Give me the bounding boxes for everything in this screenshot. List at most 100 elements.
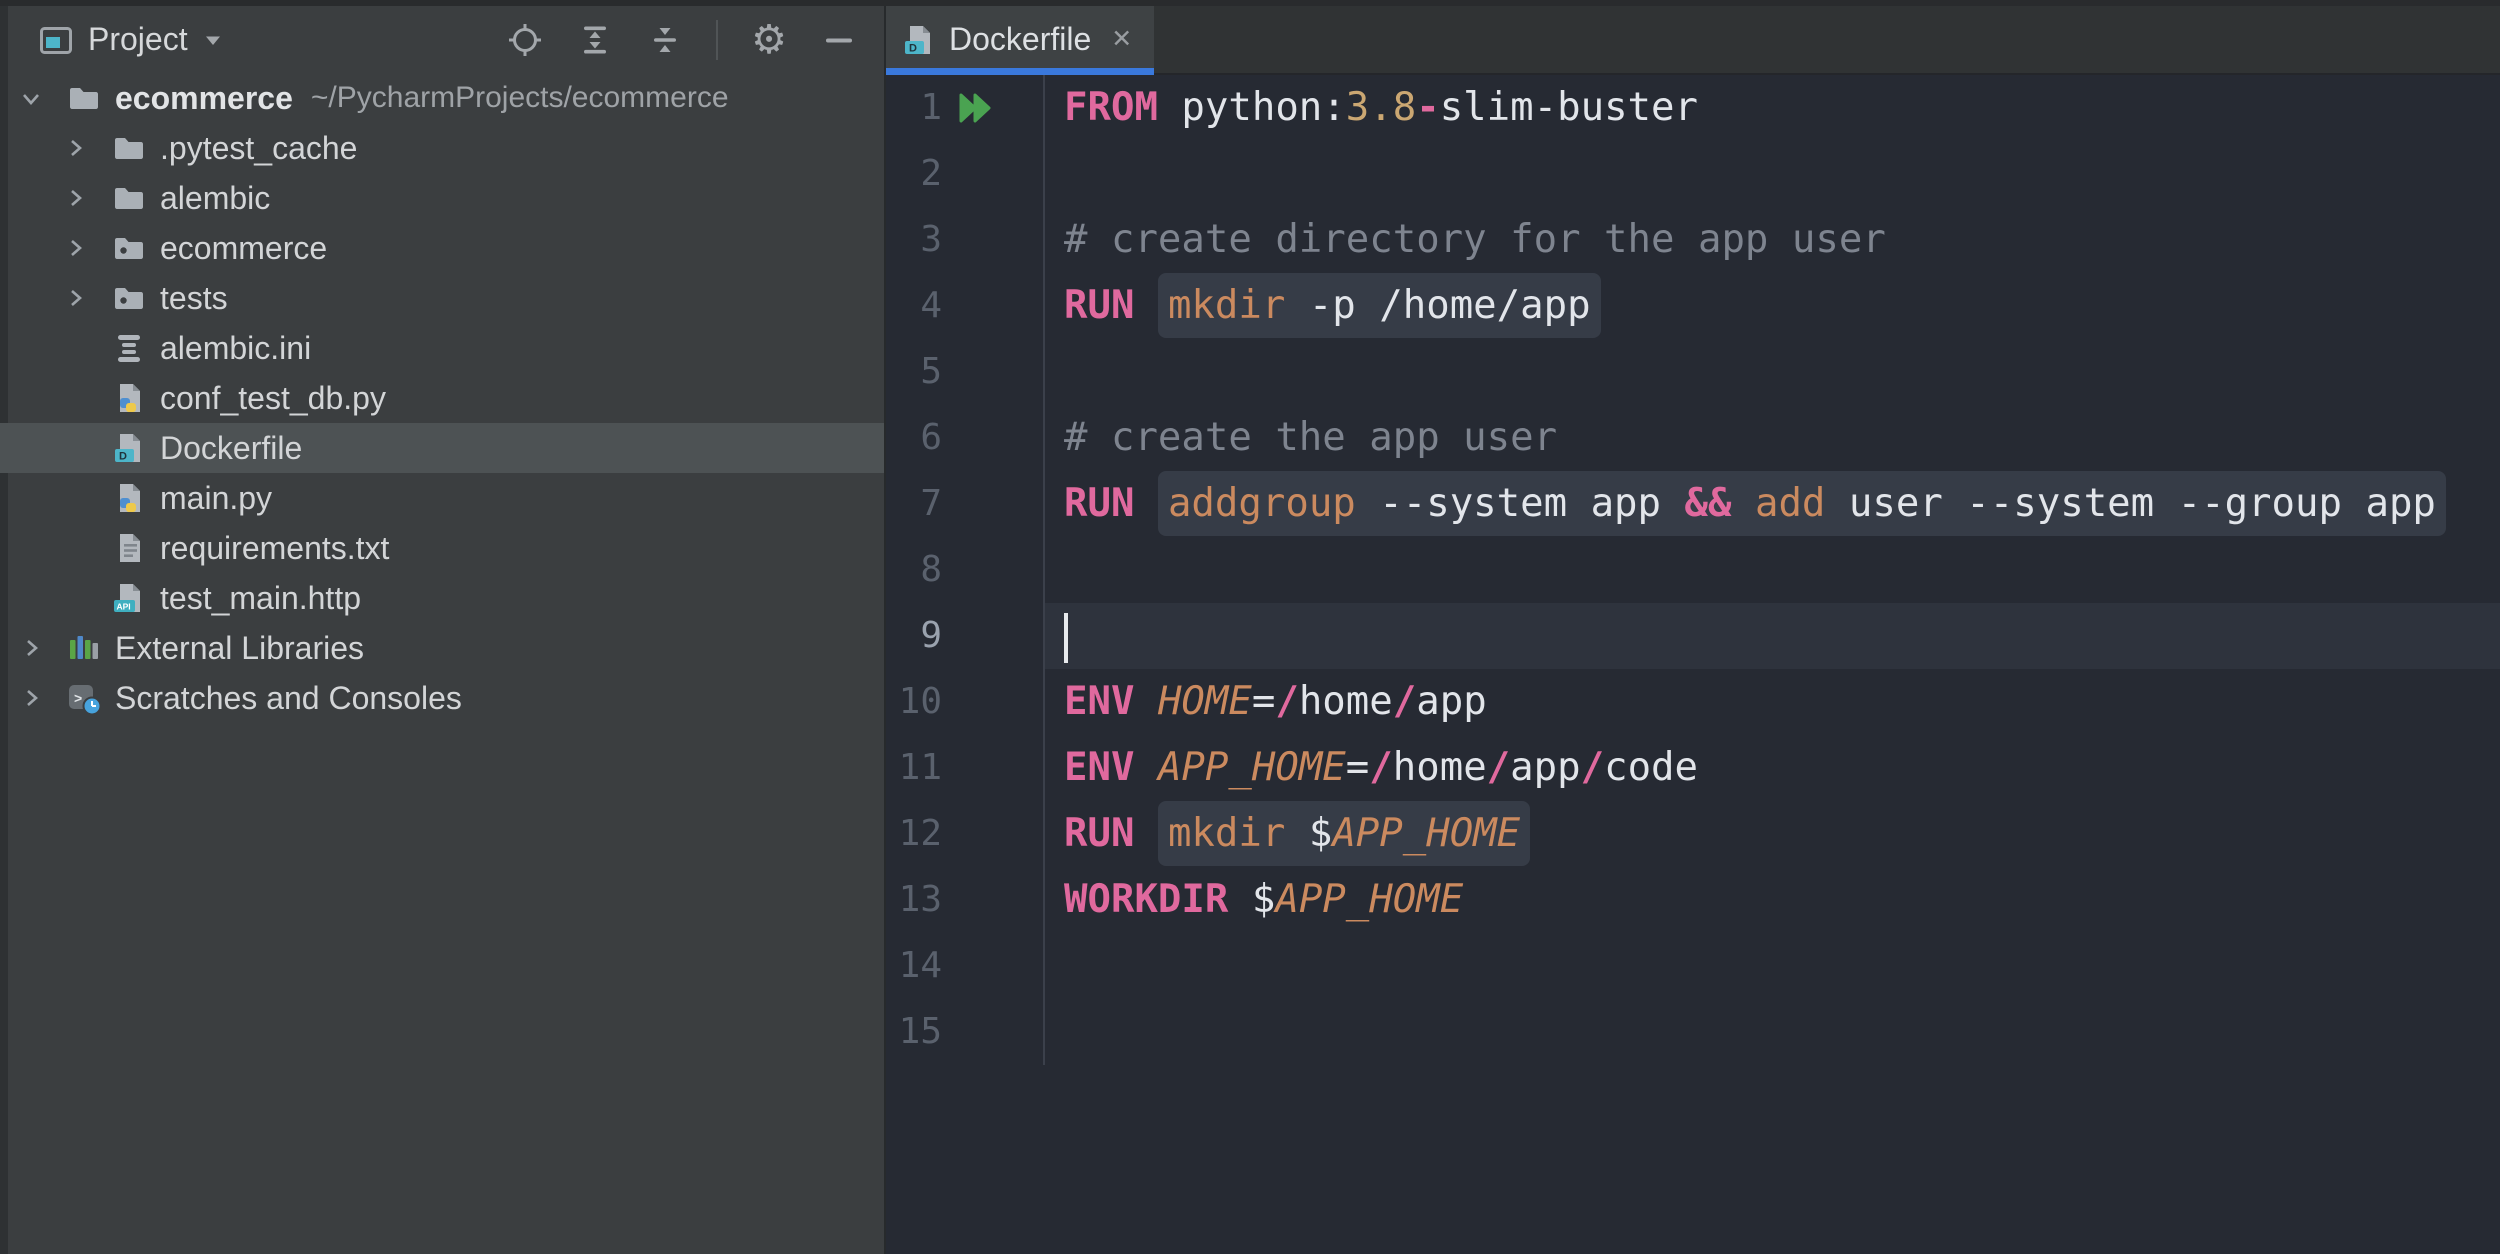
code-text bbox=[1045, 933, 2500, 999]
chevron-collapsed-icon[interactable] bbox=[18, 635, 44, 661]
settings-gear-icon[interactable]: ⚙ bbox=[750, 21, 788, 59]
code-token: && bbox=[1685, 481, 1732, 526]
code-token: -p /home/app bbox=[1285, 283, 1590, 328]
text-icon bbox=[112, 531, 146, 565]
close-icon[interactable]: ✕ bbox=[1111, 27, 1132, 52]
chevron-collapsed-icon[interactable] bbox=[62, 185, 88, 211]
code-line-10[interactable]: 10 ENV HOME=/home/app bbox=[886, 669, 2500, 735]
chevron-down-icon[interactable] bbox=[200, 27, 226, 53]
gutter-run-slot bbox=[942, 801, 1045, 867]
code-token: WORKDIR bbox=[1064, 877, 1228, 922]
line-number: 15 bbox=[886, 999, 942, 1065]
locate-icon[interactable] bbox=[506, 21, 544, 59]
code-line-4[interactable]: 4RUN mkdir -p /home/app bbox=[886, 273, 2500, 339]
tree-item-tests[interactable]: tests bbox=[0, 273, 884, 323]
line-number: 11 bbox=[886, 735, 942, 801]
code-line-15[interactable]: 15 bbox=[886, 999, 2500, 1065]
code-line-3[interactable]: 3# create directory for the app user bbox=[886, 207, 2500, 273]
gutter-run-slot bbox=[942, 471, 1045, 537]
expand-all-icon[interactable] bbox=[576, 21, 614, 59]
ini-icon bbox=[112, 331, 146, 365]
code-text: ENV HOME=/home/app bbox=[1045, 669, 2500, 735]
chevron-expanded-icon[interactable] bbox=[18, 85, 44, 111]
project-panel-title[interactable]: Project bbox=[88, 21, 188, 58]
code-line-1[interactable]: 1FROM python:3.8-slim-buster bbox=[886, 75, 2500, 141]
code-token: $ bbox=[1309, 811, 1332, 856]
code-line-5[interactable]: 5 bbox=[886, 339, 2500, 405]
line-number: 12 bbox=[886, 801, 942, 867]
tree-item-label: alembic bbox=[160, 180, 270, 217]
tree-item-label: main.py bbox=[160, 480, 272, 517]
code-line-9[interactable]: 9 bbox=[886, 603, 2500, 669]
code-line-13[interactable]: 13WORKDIR $APP_HOME bbox=[886, 867, 2500, 933]
tree-item-ecommerce[interactable]: ecommerce bbox=[0, 223, 884, 273]
code-token bbox=[1134, 481, 1157, 526]
line-number: 8 bbox=[886, 537, 942, 603]
run-line-icon[interactable] bbox=[954, 89, 994, 127]
collapse-all-icon[interactable] bbox=[646, 21, 684, 59]
gutter-run-slot bbox=[942, 735, 1045, 801]
tree-item-conf-test-db-py[interactable]: conf_test_db.py bbox=[0, 373, 884, 423]
tree-item-alembic-ini[interactable]: alembic.ini bbox=[0, 323, 884, 373]
code-token bbox=[1134, 745, 1157, 790]
tree-item-ecommerce[interactable]: ecommerce~/PycharmProjects/ecommerce bbox=[0, 73, 884, 123]
tree-item-test-main-http[interactable]: APItest_main.http bbox=[0, 573, 884, 623]
chevron-collapsed-icon[interactable] bbox=[62, 135, 88, 161]
tree-item-label: Scratches and Consoles bbox=[115, 680, 462, 717]
editor-pane: D Dockerfile ✕ 1FROM python:3.8-slim-bus… bbox=[886, 6, 2500, 1254]
code-token: python: bbox=[1158, 85, 1346, 130]
window-top-edge bbox=[0, 0, 2500, 6]
code-text bbox=[1045, 999, 2500, 1065]
tab-dockerfile[interactable]: D Dockerfile ✕ bbox=[886, 6, 1154, 73]
code-line-11[interactable]: 11ENV APP_HOME=/home/app/code bbox=[886, 735, 2500, 801]
code-token: APP_HOME bbox=[1158, 745, 1346, 790]
code-line-7[interactable]: 7RUN addgroup --system app && add user -… bbox=[886, 471, 2500, 537]
http-icon: API bbox=[112, 581, 146, 615]
tree-item-label: tests bbox=[160, 280, 228, 317]
tree-item-scratches-and-consoles[interactable]: >Scratches and Consoles bbox=[0, 673, 884, 723]
code-token: APP_HOME bbox=[1275, 877, 1463, 922]
package-icon bbox=[112, 231, 146, 265]
chevron-collapsed-icon[interactable] bbox=[62, 285, 88, 311]
code-editor[interactable]: 1FROM python:3.8-slim-buster23# create d… bbox=[886, 75, 2500, 1254]
code-text: FROM python:3.8-slim-buster bbox=[1045, 75, 2500, 141]
code-token: HOME bbox=[1158, 679, 1252, 724]
code-token: mkdir bbox=[1168, 811, 1285, 856]
tree-item-requirements-txt[interactable]: requirements.txt bbox=[0, 523, 884, 573]
code-text bbox=[1045, 141, 2500, 207]
code-token: ENV bbox=[1064, 745, 1134, 790]
code-token: / bbox=[1393, 679, 1416, 724]
project-tool-window: Project bbox=[0, 6, 884, 1254]
code-token bbox=[1134, 679, 1157, 724]
toolbar-divider bbox=[716, 20, 718, 60]
code-token: # create directory for the app user bbox=[1064, 217, 1886, 262]
code-text: # create directory for the app user bbox=[1045, 207, 2500, 273]
code-line-6[interactable]: 6# create the app user bbox=[886, 405, 2500, 471]
gutter-run-slot bbox=[942, 273, 1045, 339]
tree-item-dockerfile[interactable]: DDockerfile bbox=[0, 423, 884, 473]
package-icon bbox=[112, 281, 146, 315]
line-number: 10 bbox=[886, 669, 942, 735]
code-line-12[interactable]: 12RUN mkdir $APP_HOME bbox=[886, 801, 2500, 867]
tree-item--pytest-cache[interactable]: .pytest_cache bbox=[0, 123, 884, 173]
svg-text:D: D bbox=[119, 451, 127, 463]
code-token: ENV bbox=[1064, 679, 1134, 724]
tree-item-external-libraries[interactable]: External Libraries bbox=[0, 623, 884, 673]
tree-item-alembic[interactable]: alembic bbox=[0, 173, 884, 223]
code-token: FROM bbox=[1064, 85, 1158, 130]
tree-item-path: ~/PycharmProjects/ecommerce bbox=[311, 81, 729, 115]
code-line-2[interactable]: 2 bbox=[886, 141, 2500, 207]
code-line-8[interactable]: 8 bbox=[886, 537, 2500, 603]
gutter-run-slot bbox=[942, 603, 1045, 669]
svg-text:API: API bbox=[117, 602, 131, 612]
libraries-icon bbox=[67, 631, 101, 665]
chevron-collapsed-icon[interactable] bbox=[62, 235, 88, 261]
tab-title: Dockerfile bbox=[949, 21, 1091, 58]
code-line-14[interactable]: 14 bbox=[886, 933, 2500, 999]
code-token: / bbox=[1487, 745, 1510, 790]
code-token bbox=[1134, 811, 1157, 856]
tree-item-main-py[interactable]: main.py bbox=[0, 473, 884, 523]
panel-editor-splitter[interactable] bbox=[884, 6, 886, 1254]
chevron-collapsed-icon[interactable] bbox=[18, 685, 44, 711]
hide-panel-icon[interactable] bbox=[820, 21, 858, 59]
